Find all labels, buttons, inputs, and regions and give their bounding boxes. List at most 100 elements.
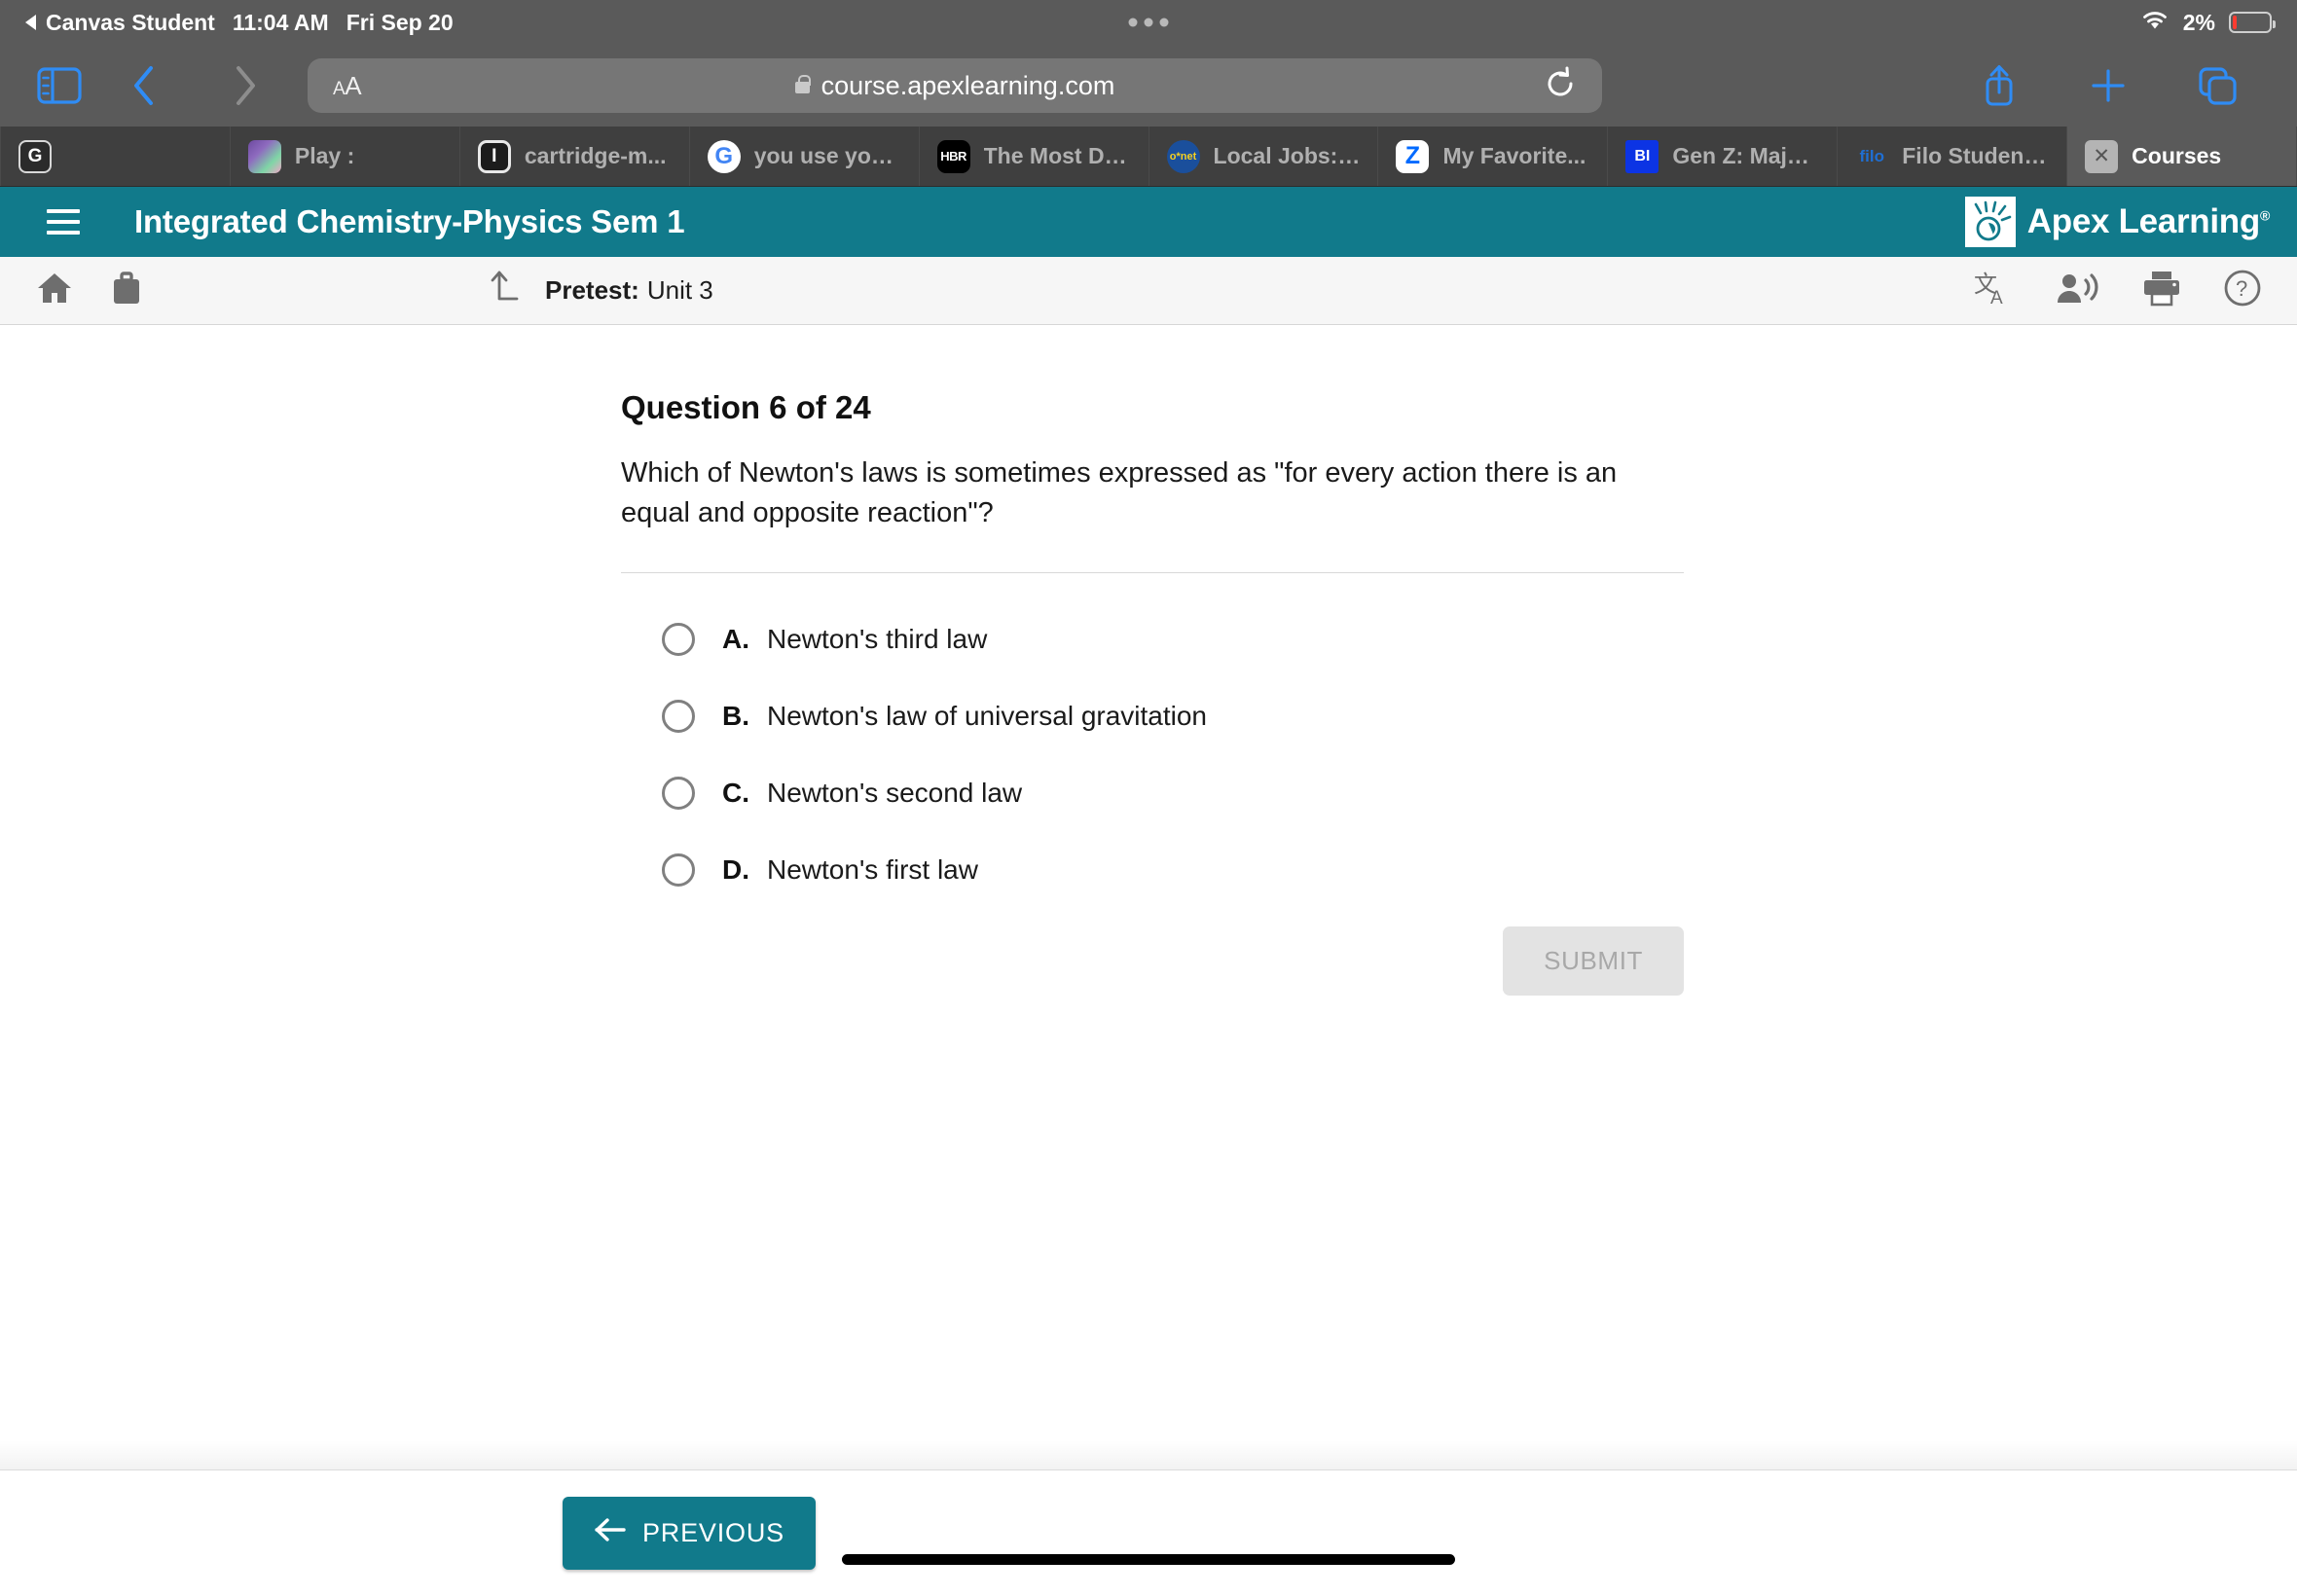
zillow-icon: Z <box>1396 139 1430 173</box>
option-letter: B. <box>722 701 749 732</box>
print-icon[interactable] <box>2141 270 2182 311</box>
home-icon[interactable] <box>35 271 74 310</box>
ios-home-indicator[interactable] <box>842 1554 1455 1565</box>
browser-forward-button <box>195 64 296 107</box>
onet-icon: o*net <box>1166 139 1200 173</box>
google-icon: G <box>707 139 741 173</box>
tab-label: Filo Student:... <box>1902 143 2050 168</box>
submit-row: SUBMIT <box>613 926 1684 997</box>
battery-percent-label: 2% <box>2182 9 2215 35</box>
browser-tab[interactable]: I cartridge-m... <box>459 127 690 186</box>
svg-text:?: ? <box>2236 276 2247 301</box>
close-icon[interactable]: ✕ <box>2085 139 2119 173</box>
answer-option-c[interactable]: C. Newton's second law <box>662 768 1684 818</box>
url-text: course.apexlearning.com <box>820 70 1115 100</box>
address-bar-content: course.apexlearning.com <box>794 70 1115 101</box>
status-bar-time: 11:04 AM <box>232 9 329 35</box>
tab-label: The Most De... <box>983 143 1131 168</box>
reload-icon[interactable] <box>1544 66 1577 106</box>
answer-option-d[interactable]: D. Newton's first law <box>662 845 1684 895</box>
i-icon: I <box>477 139 511 173</box>
multitask-dots-icon[interactable] <box>1128 18 1169 27</box>
tab-overview-icon[interactable] <box>2163 64 2272 107</box>
tab-label: Local Jobs: 1... <box>1213 143 1361 168</box>
activity-breadcrumb: Pretest: Unit 3 <box>487 269 713 312</box>
safari-toolbar: AAAA course.apexlearning.com <box>0 45 2297 127</box>
radio-button-c[interactable] <box>662 777 695 811</box>
question-content-area: Question 6 of 24 Which of Newton's laws … <box>0 325 2297 1473</box>
filo-icon: filo <box>1859 146 1885 165</box>
course-title: Integrated Chemistry-Physics Sem 1 <box>134 203 685 239</box>
answer-option-b[interactable]: B. Newton's law of universal gravitation <box>662 691 1684 742</box>
help-icon[interactable]: ? <box>2223 269 2262 312</box>
arrow-left-icon <box>594 1517 627 1549</box>
navigation-footer: PREVIOUS <box>0 1469 2297 1596</box>
answer-option-a[interactable]: A. Newton's third law <box>662 614 1684 665</box>
share-icon[interactable] <box>1945 62 2054 109</box>
ios-status-bar: Canvas Student 11:04 AM Fri Sep 20 2% <box>0 0 2297 45</box>
safari-tab-bar: G Play : I cartridge-m... G you use your… <box>0 127 2297 187</box>
status-bar-right: 2% <box>2140 9 2276 36</box>
radio-button-d[interactable] <box>662 853 695 888</box>
browser-tab[interactable]: Z My Favorite... <box>1378 127 1609 186</box>
business-insider-icon: BI <box>1625 139 1659 173</box>
previous-button[interactable]: PREVIOUS <box>563 1497 816 1570</box>
hbr-icon: HBR <box>936 139 970 173</box>
question-prompt: Which of Newton's laws is sometimes expr… <box>621 457 1618 529</box>
back-app-name[interactable]: Canvas Student <box>46 10 215 36</box>
browser-tab[interactable]: G <box>0 127 231 186</box>
submit-button[interactable]: SUBMIT <box>1503 926 1684 997</box>
browser-tab[interactable]: filo Filo Student:... <box>1838 127 2068 186</box>
apex-sunburst-icon <box>1964 197 2016 247</box>
toolbar-right-actions <box>1945 62 2272 109</box>
apex-learning-logo: Apex Learning® <box>1964 197 2271 247</box>
radio-button-a[interactable] <box>662 623 695 657</box>
wifi-icon <box>2140 9 2169 36</box>
status-bar-date: Fri Sep 20 <box>346 9 454 35</box>
activity-unit: Unit 3 <box>646 275 713 305</box>
battery-icon <box>2229 12 2276 33</box>
option-letter: C. <box>722 778 749 809</box>
option-text: Newton's second law <box>767 778 1023 809</box>
briefcase-icon[interactable] <box>109 271 144 310</box>
translate-icon[interactable]: 文A <box>1974 269 2015 312</box>
apex-logo-text: Apex Learning® <box>2026 202 2271 240</box>
play-icon <box>247 139 281 173</box>
tab-label: Play : <box>294 143 355 168</box>
question-heading: Question 6 of 24 <box>621 389 871 425</box>
question-divider <box>621 572 1684 574</box>
back-to-app-triangle-icon[interactable] <box>25 15 36 30</box>
lock-icon <box>794 75 811 93</box>
option-text: Newton's law of universal gravitation <box>767 701 1208 732</box>
browser-tab[interactable]: BI Gen Z: Major... <box>1608 127 1839 186</box>
tab-label: cartridge-m... <box>524 143 667 168</box>
apex-course-header: Integrated Chemistry-Physics Sem 1 Apex … <box>0 187 2297 257</box>
up-level-arrow-icon[interactable] <box>487 269 522 312</box>
address-bar[interactable]: AAAA course.apexlearning.com <box>308 58 1602 113</box>
browser-tab-active-courses[interactable]: ✕ Courses <box>2067 127 2297 186</box>
browser-tab[interactable]: HBR The Most De... <box>919 127 1149 186</box>
registered-mark: ® <box>2259 207 2270 224</box>
tab-label: you use your... <box>753 143 901 168</box>
option-letter: D. <box>722 854 749 886</box>
option-text: Newton's third law <box>767 624 988 655</box>
g-icon: G <box>18 139 52 173</box>
text-to-speech-icon[interactable] <box>2056 271 2100 310</box>
activity-toolbar-left <box>35 271 144 310</box>
browser-tab[interactable]: Play : <box>230 127 460 186</box>
browser-tab[interactable]: G you use your... <box>689 127 920 186</box>
new-tab-plus-icon[interactable] <box>2054 66 2163 105</box>
question-block: Question 6 of 24 Which of Newton's laws … <box>613 389 1684 895</box>
radio-button-b[interactable] <box>662 700 695 734</box>
browser-tab[interactable]: o*net Local Jobs: 1... <box>1148 127 1379 186</box>
activity-label: Pretest: Unit 3 <box>545 275 713 306</box>
browser-back-button[interactable] <box>93 64 195 107</box>
text-size-button[interactable]: AAAA <box>333 71 362 101</box>
sidebar-toggle-icon[interactable] <box>25 67 93 104</box>
activity-toolbar-right: 文A ? <box>1974 269 2262 312</box>
tab-label: Gen Z: Major... <box>1672 143 1820 168</box>
svg-text:A: A <box>1990 288 2003 308</box>
answer-options-list: A. Newton's third law B. Newton's law of… <box>621 614 1684 895</box>
hamburger-menu-icon[interactable] <box>47 209 90 235</box>
tab-label: My Favorite... <box>1442 143 1586 168</box>
